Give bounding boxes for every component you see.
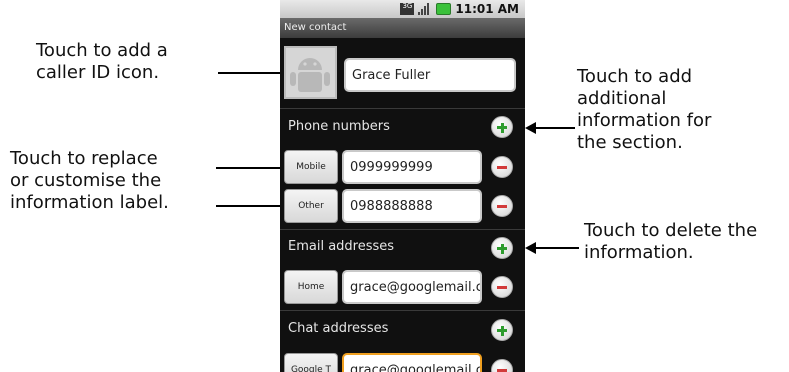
- android-avatar-icon: [286, 48, 335, 97]
- arrow-add-info: [535, 127, 575, 129]
- arrow-head-add-info: [525, 122, 536, 134]
- annotation-replace-label: Touch to replace or customise the inform…: [10, 148, 169, 213]
- email-field-home[interactable]: grace@googlemail.c: [342, 270, 482, 304]
- divider: [280, 108, 525, 109]
- arrow-caller-id: [218, 72, 284, 74]
- add-phone-button[interactable]: [491, 116, 513, 138]
- remove-phone-other-button[interactable]: [491, 195, 513, 217]
- plus-icon-vertical: [500, 122, 504, 133]
- caller-id-photo-button[interactable]: [284, 46, 337, 99]
- arrow-delete-info: [535, 247, 579, 249]
- screen-title: New contact: [280, 18, 525, 38]
- phone-label-mobile-button[interactable]: Mobile: [284, 150, 338, 184]
- divider: [280, 229, 525, 230]
- chat-section-title: Chat addresses: [288, 321, 389, 336]
- remove-email-home-button[interactable]: [491, 276, 513, 298]
- email-label-home-button[interactable]: Home: [284, 270, 338, 304]
- divider: [280, 310, 525, 311]
- remove-chat-button[interactable]: [491, 359, 513, 372]
- minus-icon: [497, 205, 507, 208]
- phone-label-other-button[interactable]: Other: [284, 189, 338, 223]
- annotation-caller-id: Touch to add a caller ID icon.: [36, 40, 168, 83]
- network-3g-icon: 3G: [400, 3, 415, 15]
- annotation-add-info: Touch to add additional information for …: [577, 66, 712, 153]
- chat-field[interactable]: grace@googlemail.c: [342, 353, 482, 372]
- plus-icon-vertical: [500, 243, 504, 254]
- phone-field-other[interactable]: 0988888888: [342, 189, 482, 223]
- status-time: 11:01 AM: [455, 2, 519, 16]
- add-email-button[interactable]: [491, 237, 513, 259]
- name-field[interactable]: Grace Fuller: [344, 58, 516, 92]
- plus-icon-vertical: [500, 325, 504, 336]
- add-chat-button[interactable]: [491, 319, 513, 341]
- annotation-delete-info: Touch to delete the information.: [584, 220, 758, 263]
- minus-icon: [497, 286, 507, 289]
- chat-label-button[interactable]: Google T: [284, 353, 338, 372]
- phone-field-mobile[interactable]: 0999999999: [342, 150, 482, 184]
- phone-section-title: Phone numbers: [288, 119, 390, 134]
- minus-icon: [497, 166, 507, 169]
- remove-phone-mobile-button[interactable]: [491, 156, 513, 178]
- status-bar: 3G 11:01 AM: [280, 0, 525, 18]
- signal-icon: [418, 3, 432, 15]
- battery-icon: [436, 3, 452, 15]
- phone-screen: 3G 11:01 AM New contact Grace Fuller Pho…: [280, 0, 525, 372]
- arrow-head-delete-info: [525, 242, 536, 254]
- email-section-title: Email addresses: [288, 239, 395, 254]
